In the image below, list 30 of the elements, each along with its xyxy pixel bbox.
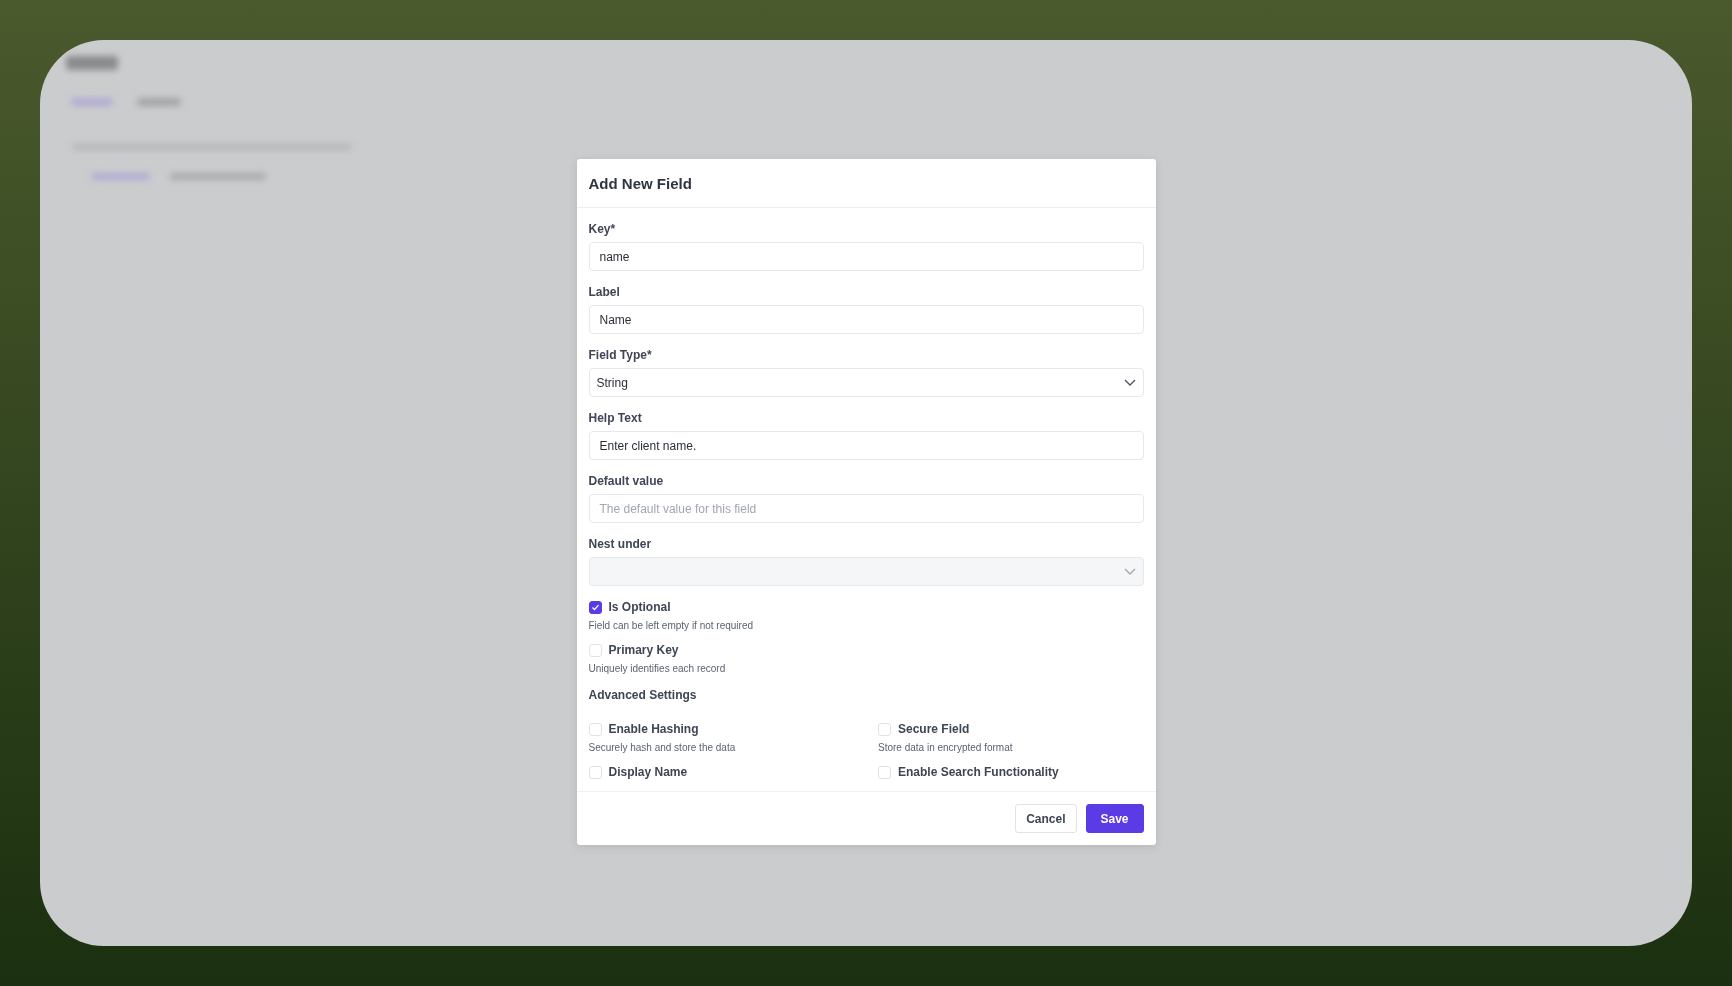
select-field[interactable]: String [588,368,1144,397]
text-field[interactable]: Name [588,305,1144,334]
field-label: Field Type* [588,348,652,362]
checkbox-label: Display Name [608,765,688,779]
save-button[interactable]: Save [1085,804,1144,833]
checkbox-label: Is Optional [608,600,671,614]
checkbox-label: Enable Hashing [608,722,699,736]
text-field[interactable]: name [588,242,1144,271]
blurred-text [137,98,181,106]
hint-text: Field can be left empty if not required [588,620,754,631]
hint-text: Store data in encrypted format [878,742,1013,753]
check-icon [590,602,600,612]
checkbox-label: Enable Search Functionality [898,765,1059,779]
field-label: Default value [588,474,664,488]
field-label: Label [588,285,620,299]
field-label: Nest under [588,537,652,551]
text-field[interactable]: Enter client name. [588,431,1144,460]
hint-text: Securely hash and store the data [588,742,736,753]
chevron-down-icon [1123,567,1136,576]
hint-text: Uniquely identifies each record [588,663,726,674]
section-heading: Advanced Settings [588,688,697,702]
checkbox[interactable] [588,600,602,614]
checkbox-label: Secure Field [898,722,970,736]
cancel-button[interactable]: Cancel [1015,804,1077,833]
checkbox-label: Primary Key [608,643,679,657]
chevron-down-icon [1123,378,1136,387]
field-label: Help Text [588,411,642,425]
field-label: Key* [588,222,616,236]
dialog-title: Add New Field [588,174,692,192]
blurred-text [66,56,118,70]
